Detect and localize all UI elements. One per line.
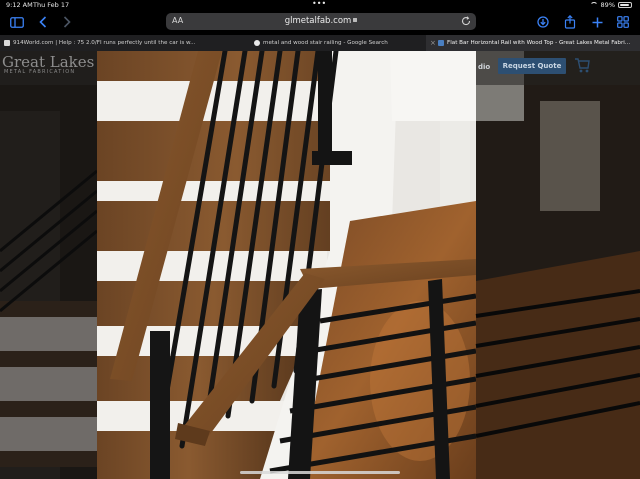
right-dim-overlay	[476, 51, 640, 479]
status-time: 9:12 AM	[6, 1, 33, 9]
new-tab-icon[interactable]	[590, 14, 604, 30]
download-icon[interactable]	[536, 14, 550, 30]
tab-strip: 914World.com | Help : 75 2.0/FI runs per…	[0, 35, 640, 51]
left-dim-overlay	[0, 51, 97, 479]
wifi-icon	[589, 2, 598, 8]
google-icon	[254, 40, 260, 46]
nav-link-partial[interactable]: dio	[478, 63, 490, 71]
tab-title: 914World.com | Help : 75 2.0/FI runs per…	[13, 40, 196, 46]
url-text: glmetalfab.com	[166, 16, 476, 26]
web-page[interactable]: Great Lakes METAL FABRICATION dio Reques…	[0, 51, 640, 479]
tab-great-lakes[interactable]: × Flat Bar Horizontal Rail with Wood Top…	[426, 35, 640, 51]
back-icon[interactable]	[36, 14, 50, 30]
tab-title: metal and wood stair railing - Google Se…	[263, 40, 388, 46]
cart-icon[interactable]	[574, 56, 590, 74]
tab-favicon-icon	[4, 40, 10, 46]
battery-icon	[618, 2, 632, 8]
status-right: 89%	[589, 0, 632, 10]
home-indicator[interactable]	[240, 471, 400, 474]
forward-icon[interactable]	[60, 14, 74, 30]
status-bar: 9:12 AM Thu Feb 17 ••• 89%	[0, 0, 640, 10]
reload-icon[interactable]	[460, 15, 472, 27]
tab-914world[interactable]: 914World.com | Help : 75 2.0/FI runs per…	[4, 35, 208, 51]
close-tab-icon[interactable]: ×	[430, 39, 436, 47]
brand-tagline: METAL FABRICATION	[4, 69, 76, 75]
request-quote-button[interactable]: Request Quote	[498, 58, 566, 74]
lock-icon	[353, 18, 358, 22]
multitasking-dots-icon[interactable]: •••	[312, 0, 326, 9]
status-date: Thu Feb 17	[33, 1, 70, 9]
browser-toolbar: AA glmetalfab.com	[0, 10, 640, 34]
tab-google-search[interactable]: metal and wood stair railing - Google Se…	[254, 35, 424, 51]
tab-overview-icon[interactable]	[616, 14, 630, 30]
share-icon[interactable]	[563, 14, 577, 30]
tab-title: Flat Bar Horizontal Rail with Wood Top -…	[447, 40, 631, 46]
battery-level	[620, 4, 629, 6]
url-value: glmetalfab.com	[284, 16, 352, 26]
tab-favicon-icon	[438, 40, 444, 46]
battery-percent: 89%	[600, 1, 615, 9]
address-bar[interactable]: AA glmetalfab.com	[166, 13, 476, 30]
sidebar-icon[interactable]	[8, 14, 26, 30]
